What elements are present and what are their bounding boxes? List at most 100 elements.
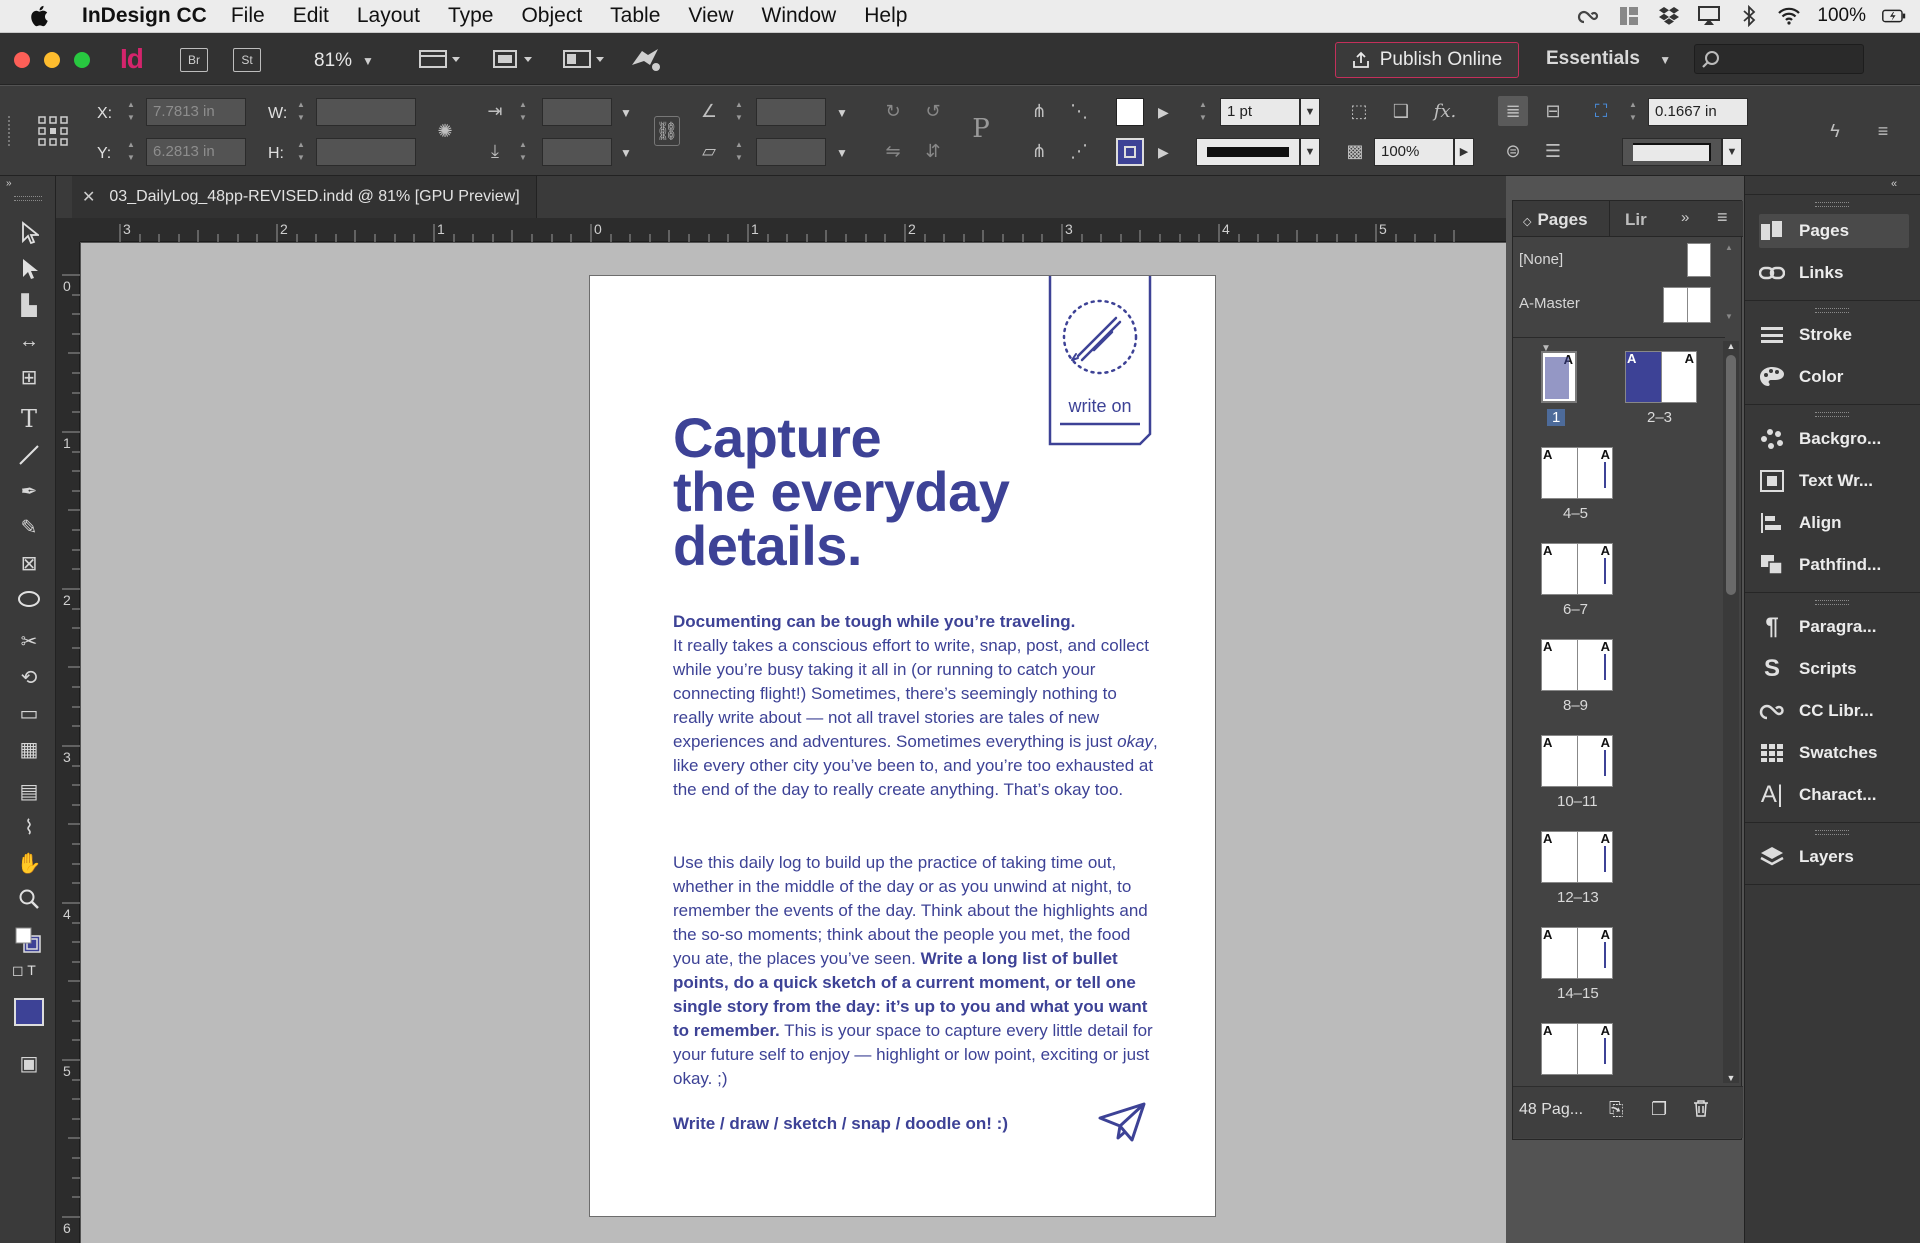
dock-item-background-tasks[interactable]: Backgro... [1759, 422, 1909, 456]
spread-label[interactable]: 1 [1547, 409, 1566, 426]
scale-y-dropdown-icon[interactable]: ▼ [620, 146, 632, 160]
ellipse-tool-icon[interactable] [14, 584, 44, 614]
dock-item-cc-libraries[interactable]: CC Libr... [1759, 694, 1909, 728]
call-to-action[interactable]: Write / draw / sketch / snap / doodle on… [673, 1114, 1008, 1134]
pages-scrollbar[interactable]: ▲ ▼ [1723, 341, 1739, 1083]
close-tab-icon[interactable]: ✕ [82, 187, 95, 207]
intro-paragraph[interactable]: Documenting can be tough while you’re tr… [673, 610, 1158, 802]
workspace-switcher[interactable]: Essentials ▼ [1546, 48, 1671, 70]
drop-shadow-icon[interactable]: ⬚ [1344, 96, 1374, 126]
scroll-up-icon[interactable]: ▲ [1723, 341, 1739, 351]
dock-item-color[interactable]: Color [1759, 360, 1909, 394]
dock-item-stroke[interactable]: Stroke [1759, 318, 1909, 352]
object-effects-icon[interactable]: ❑ [1386, 96, 1416, 126]
line-tool-icon[interactable] [14, 440, 44, 470]
creative-cloud-icon[interactable] [1577, 5, 1601, 27]
stroke-menu-icon[interactable]: ▶ [1158, 144, 1169, 161]
spread-16-17-thumb[interactable]: AA [1541, 1023, 1613, 1075]
shear-dropdown-icon[interactable]: ▼ [836, 146, 848, 160]
menu-help[interactable]: Help [864, 4, 907, 28]
dock-item-text-wrap[interactable]: Text Wr... [1759, 464, 1909, 498]
scissors-tool-icon[interactable]: ✂ [14, 626, 44, 656]
note-tool-icon[interactable]: ▤ [14, 776, 44, 806]
x-stepper[interactable]: ▲ ▼ [124, 98, 138, 126]
dock-item-scripts[interactable]: S Scripts [1759, 652, 1909, 686]
scale-x-icon[interactable]: ⇥ [480, 96, 510, 126]
scale-y-stepper[interactable]: ▲ ▼ [516, 138, 530, 166]
content-collector-icon[interactable]: ⊞ [14, 362, 44, 392]
spread-label[interactable]: 14–15 [1557, 985, 1599, 1002]
expand-panel-icon[interactable]: » [1681, 209, 1689, 226]
apply-color-icon[interactable] [14, 998, 44, 1026]
corner-shape-field[interactable] [1622, 138, 1722, 166]
select-next-icon[interactable]: ⋰ [1064, 136, 1094, 166]
tab-links[interactable]: Lir [1625, 210, 1647, 230]
stroke-type-field[interactable] [1196, 138, 1300, 166]
offset-stepper[interactable]: ▲ ▼ [1626, 98, 1640, 126]
shear-field[interactable] [756, 138, 826, 166]
stroke-weight-dropdown[interactable]: ▼ [1300, 98, 1320, 126]
arrange-documents-icon[interactable] [562, 47, 606, 71]
dock-item-paragraph[interactable]: ¶ Paragra... [1759, 610, 1909, 644]
tab-pages[interactable]: ◇ Pages [1523, 210, 1588, 230]
master-a-label[interactable]: A-Master [1519, 295, 1580, 312]
stroke-type-dropdown[interactable]: ▼ [1300, 138, 1320, 166]
y-stepper[interactable]: ▲ ▼ [124, 138, 138, 166]
opacity-field[interactable]: 100% [1374, 138, 1454, 166]
constrain-proportions-icon[interactable]: ⛓ [654, 116, 680, 146]
menu-table[interactable]: Table [610, 4, 660, 28]
adobe-stock-search-input[interactable] [1694, 44, 1864, 74]
dock-item-links[interactable]: Links [1759, 256, 1909, 290]
battery-icon[interactable] [1882, 5, 1906, 27]
fill-stroke-swatch-icon[interactable] [14, 926, 44, 956]
spread-label[interactable]: 2–3 [1647, 409, 1672, 426]
pen-tool-icon[interactable]: ✒ [14, 476, 44, 506]
menu-type[interactable]: Type [448, 4, 494, 28]
document-page[interactable]: write on Capture the everyday details. D… [589, 275, 1216, 1217]
edit-page-size-icon[interactable]: ⎘ [1609, 1099, 1623, 1120]
page-1-thumb[interactable]: A [1541, 351, 1577, 403]
rotate-ccw-icon[interactable]: ↺ [918, 96, 948, 126]
rotation-field[interactable] [756, 98, 826, 126]
rotation-dropdown-icon[interactable]: ▼ [836, 106, 848, 120]
text-wrap-jump-icon[interactable]: ☰ [1538, 136, 1568, 166]
gradient-feather-tool-icon[interactable]: ▦ [14, 734, 44, 764]
spread-label[interactable]: 12–13 [1557, 889, 1599, 906]
shear-stepper[interactable]: ▲ ▼ [732, 138, 746, 166]
view-options-icon[interactable] [418, 47, 462, 71]
selection-tool-icon[interactable] [14, 218, 44, 248]
auto-fit-frame-icon[interactable]: ⛶ [1586, 96, 1616, 126]
spread-6-7-thumb[interactable]: AA [1541, 543, 1613, 595]
frame-offset-field[interactable]: 0.1667 in [1648, 98, 1748, 126]
page-tool-icon[interactable]: ▙ [14, 290, 44, 320]
spread-4-5-thumb[interactable]: AA [1541, 447, 1613, 499]
menu-file[interactable]: File [231, 4, 265, 28]
rotate-stepper[interactable]: ▲ ▼ [732, 98, 746, 126]
quick-apply-icon[interactable]: ϟ [1820, 116, 1850, 146]
spread-12-13-thumb[interactable]: AA [1541, 831, 1613, 883]
y-position-field[interactable]: 6.2813 in [146, 138, 246, 166]
select-previous-icon[interactable]: ⋔ [1024, 136, 1054, 166]
bridge-button[interactable]: Br [180, 48, 208, 72]
rectangle-frame-tool-icon[interactable]: ⊠ [14, 548, 44, 578]
panel-menu-icon[interactable]: ≡ [1717, 207, 1728, 228]
scale-x-field[interactable] [542, 98, 612, 126]
dock-item-layers[interactable]: Layers [1759, 840, 1909, 874]
zoom-window-button[interactable] [74, 52, 90, 68]
stock-button[interactable]: St [233, 48, 261, 72]
spread-2-3-thumb[interactable]: A A [1625, 351, 1697, 403]
pencil-tool-icon[interactable]: ✎ [14, 512, 44, 542]
stroke-weight-field[interactable]: 1 pt [1220, 98, 1300, 126]
h-stepper[interactable]: ▲ ▼ [294, 138, 308, 166]
spread-label[interactable]: 6–7 [1563, 601, 1588, 618]
headline[interactable]: Capture the everyday details. [673, 410, 1153, 574]
wifi-icon[interactable] [1777, 5, 1801, 27]
fill-menu-icon[interactable]: ▶ [1158, 104, 1169, 121]
width-field[interactable] [316, 98, 416, 126]
screen-mode-tool-icon[interactable]: ▣ [14, 1048, 44, 1078]
dock-item-character[interactable]: A| Charact... [1759, 778, 1909, 812]
spread-14-15-thumb[interactable]: AA [1541, 927, 1613, 979]
scale-x-dropdown-icon[interactable]: ▼ [620, 106, 632, 120]
gpu-performance-icon[interactable] [628, 45, 664, 73]
bluetooth-icon[interactable] [1737, 5, 1761, 27]
